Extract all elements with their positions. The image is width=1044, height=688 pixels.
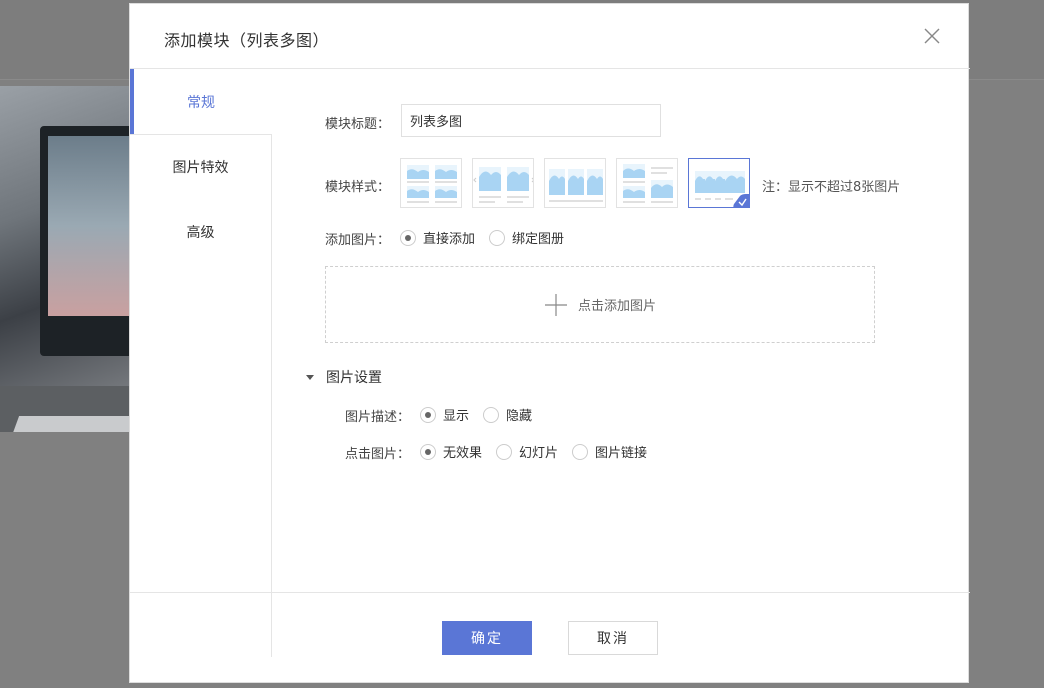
radio-dot [400,229,416,246]
background-photo [0,86,130,432]
style-option-mixed-grid[interactable] [616,158,678,208]
style-strip-3-thumbnail [549,169,603,202]
add-module-dialog: 添加模块（列表多图） 常规 图片特效 高级 模块标题： 模块样式： [129,3,970,684]
background-keyboard [0,416,130,432]
style-carousel-2-thumbnail [473,167,533,203]
dialog-content: 模块标题： 模块样式： [272,69,970,592]
tab-image-effects[interactable]: 图片特效 [130,134,272,199]
dialog-header: 添加模块（列表多图） [130,4,970,69]
style-note: 注：显示不超过8张图片 [762,180,901,195]
image-desc-options: 显示 隐藏 [420,405,546,424]
radio-no-effect[interactable]: 无效果 [420,442,482,461]
module-title-label: 模块标题： [325,117,391,132]
radio-dot [420,406,436,423]
close-icon [924,28,940,44]
style-option-carousel-2[interactable] [472,158,534,208]
image-click-options: 无效果 幻灯片 图片链接 [420,442,661,461]
image-desc-label: 图片描述： [345,410,411,425]
tab-image-effects-label: 图片特效 [172,160,229,176]
image-settings-toggle[interactable]: 图片设置 [306,367,382,387]
style-option-grid-2x2[interactable] [400,158,462,208]
add-image-dropzone[interactable]: 点击添加图片 [325,266,875,343]
radio-dot [483,406,500,423]
radio-bind-album-label: 绑定图册 [512,232,565,247]
radio-dot [420,443,436,460]
background-screen [48,136,130,316]
style-option-stacked[interactable] [688,158,750,208]
module-style-label: 模块样式： [325,180,391,195]
close-button[interactable] [924,28,940,44]
style-mixed-grid-thumbnail [623,164,673,203]
plus-icon [544,293,567,316]
confirm-button[interactable]: 确定 [442,621,532,655]
style-grid-2x2-thumbnail [407,165,457,203]
style-options [400,158,750,208]
caret-down-icon [306,374,314,380]
radio-slideshow-label: 幻灯片 [519,446,559,461]
radio-show-desc-label: 显示 [443,409,470,424]
radio-direct-add[interactable]: 直接添加 [400,228,475,247]
radio-slideshow[interactable]: 幻灯片 [496,442,558,461]
radio-direct-add-label: 直接添加 [423,232,476,247]
radio-image-link-label: 图片链接 [595,446,648,461]
tab-advanced[interactable]: 高级 [130,199,272,264]
module-title-input[interactable] [401,104,661,137]
tab-general-label: 常规 [187,94,215,111]
dialog-sidebar: 常规 图片特效 高级 [130,69,272,657]
add-image-label: 添加图片： [325,233,391,248]
check-badge-icon [733,194,749,207]
cancel-button[interactable]: 取消 [568,621,658,655]
dialog-footer: 确定 取消 [130,592,970,684]
radio-hide-desc[interactable]: 隐藏 [483,405,532,424]
style-option-strip-3[interactable] [544,158,606,208]
tab-general[interactable]: 常规 [130,69,272,134]
add-image-options: 直接添加 绑定图册 [400,228,578,247]
upload-text: 点击添加图片 [577,299,656,314]
image-click-label: 点击图片： [345,447,411,462]
tab-advanced-label: 高级 [186,224,215,241]
radio-bind-album[interactable]: 绑定图册 [489,228,564,247]
image-settings-title: 图片设置 [326,370,382,386]
dialog-title: 添加模块（列表多图） [164,31,330,50]
radio-dot [572,443,589,460]
radio-dot [489,229,506,246]
radio-hide-desc-label: 隐藏 [506,409,533,424]
radio-image-link[interactable]: 图片链接 [572,442,647,461]
radio-no-effect-label: 无效果 [443,446,483,461]
radio-show-desc[interactable]: 显示 [420,405,469,424]
radio-dot [496,443,513,460]
